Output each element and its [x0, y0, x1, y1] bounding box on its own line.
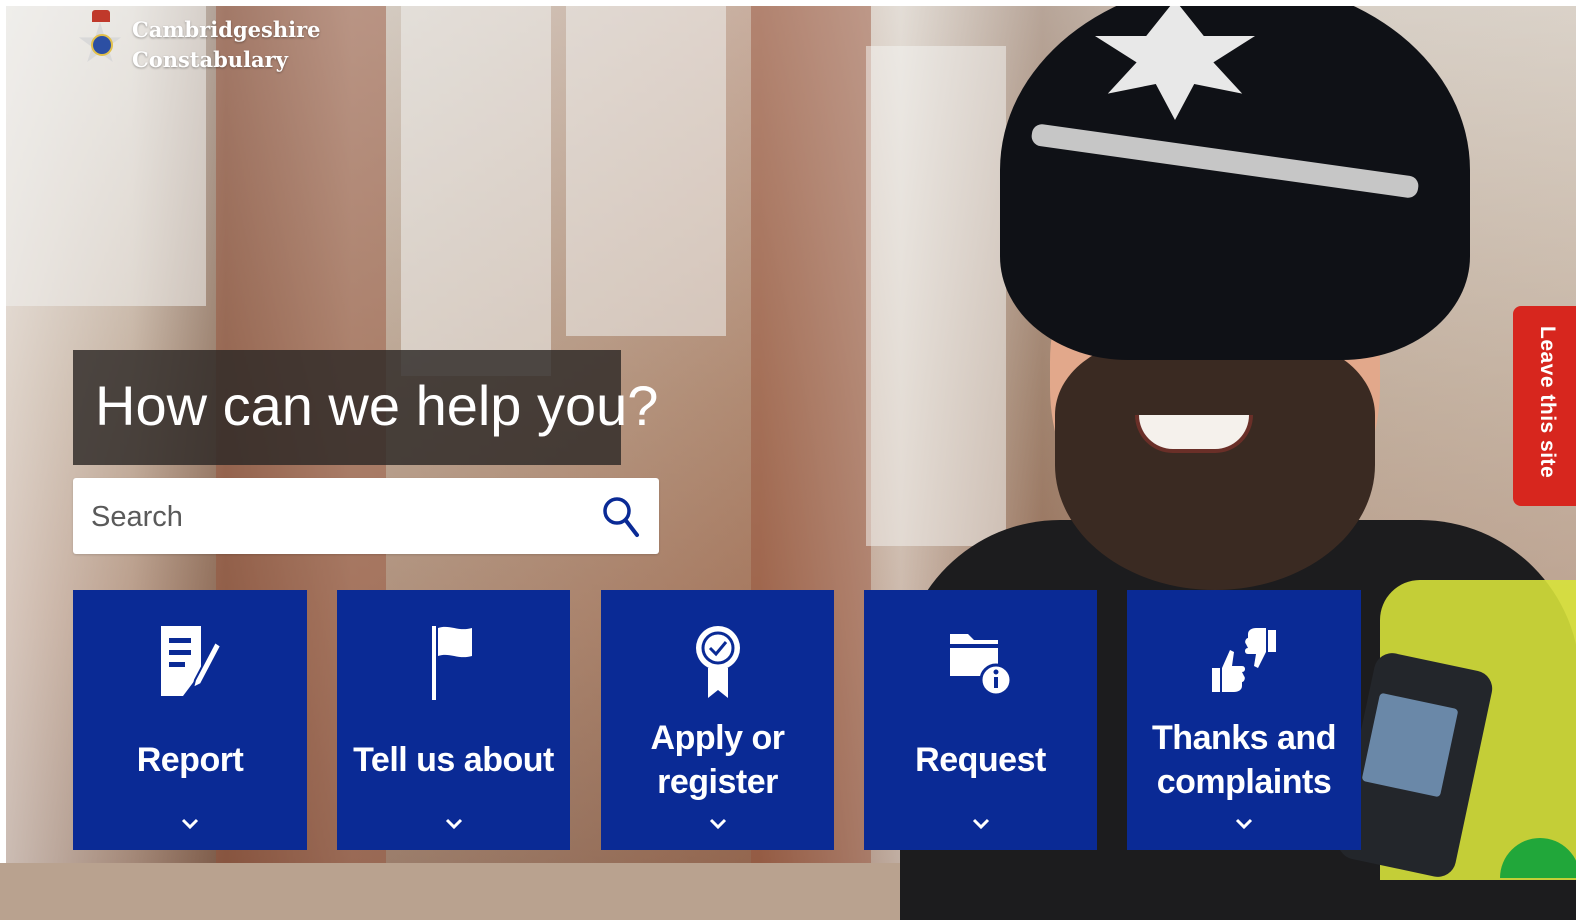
tile-request[interactable]: Request [864, 590, 1097, 850]
badge-rosette-icon [601, 622, 834, 702]
tile-thanks-and-complaints[interactable]: Thanks and complaints [1127, 590, 1361, 850]
leave-site-button[interactable]: Leave this site [1513, 306, 1576, 506]
logo-line-2: Constabulary [132, 47, 288, 72]
frame-left [0, 0, 6, 863]
search-bar [73, 478, 659, 554]
tile-label-line-1: Thanks and [1152, 719, 1336, 757]
tile-label: Request [915, 741, 1046, 779]
folder-info-icon [864, 622, 1097, 702]
logo-text: Cambridgeshire Constabulary [132, 15, 321, 75]
search-button[interactable] [596, 492, 646, 542]
site-logo[interactable]: Cambridgeshire Constabulary [76, 10, 321, 80]
chevron-down-icon [864, 818, 1097, 830]
flag-icon [337, 622, 570, 702]
tile-label-line-2: complaints [1156, 763, 1332, 801]
tile-label: Tell us about [353, 741, 554, 779]
search-icon [603, 497, 639, 537]
thumbs-up-down-icon [1127, 622, 1361, 702]
chevron-down-icon [1127, 818, 1361, 830]
chevron-down-icon [337, 818, 570, 830]
search-input[interactable] [89, 496, 573, 538]
document-edit-icon [73, 622, 307, 702]
constabulary-crest-icon [76, 10, 124, 80]
tile-tell-us-about[interactable]: Tell us about [337, 590, 570, 850]
tile-report[interactable]: Report [73, 590, 307, 850]
logo-line-1: Cambridgeshire [132, 17, 321, 42]
page-title: How can we help you? [95, 374, 659, 437]
tile-label-line-2: register [657, 763, 778, 801]
headline-box: How can we help you? [73, 350, 658, 465]
officer-beard [1055, 340, 1375, 590]
leave-site-label: Leave this site [1536, 326, 1559, 479]
tile-label-line-1: Apply or [650, 719, 785, 757]
chevron-down-icon [601, 818, 834, 830]
chevron-down-icon [73, 818, 307, 830]
tile-label: Report [136, 741, 244, 779]
tile-apply-or-register[interactable]: Apply or register [601, 590, 834, 850]
frame-top [0, 0, 1576, 6]
